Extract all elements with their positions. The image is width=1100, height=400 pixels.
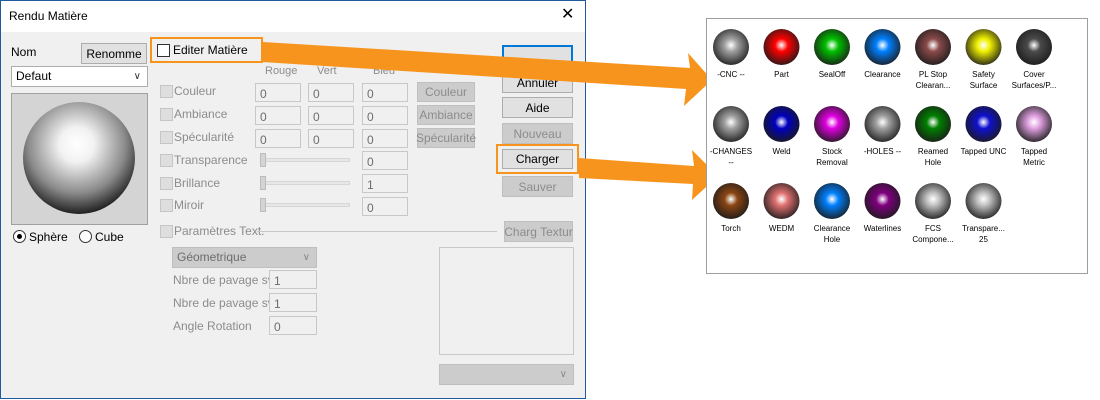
swatch-label: Torch <box>721 224 741 233</box>
swatch-label: FCS <box>925 224 941 233</box>
material-swatch[interactable] <box>915 29 951 65</box>
swatch-label: Cover <box>1023 70 1045 79</box>
swatch-label: SealOff <box>819 70 846 79</box>
swatch-label: Removal <box>816 158 848 167</box>
arrow-to-palette-bottom <box>579 150 718 200</box>
material-swatch[interactable] <box>713 183 749 219</box>
material-swatch[interactable] <box>763 106 800 142</box>
material-swatch[interactable] <box>864 183 901 219</box>
swatch-label: Compone... <box>912 235 953 244</box>
material-swatch[interactable] <box>713 29 749 65</box>
swatch-label: Reamed <box>918 147 948 156</box>
arrow-to-palette-top <box>262 42 712 106</box>
material-swatch[interactable] <box>864 106 901 142</box>
material-swatch[interactable] <box>915 106 951 142</box>
swatch-label: Hole <box>925 158 942 167</box>
material-swatch[interactable] <box>965 183 1002 219</box>
swatch-label: 25 <box>979 235 988 244</box>
material-swatch[interactable] <box>814 106 850 142</box>
swatch-label: Waterlines <box>864 224 902 233</box>
material-swatch[interactable] <box>915 183 951 219</box>
swatch-label: Hole <box>824 235 841 244</box>
swatch-label: Clearan... <box>916 81 951 90</box>
swatch-label: Stock <box>822 147 843 156</box>
palette-swatches: -CNC -- Part SealOff Clearance PL Stop Cleara… <box>710 29 1057 244</box>
swatch-label: -HOLES -- <box>864 147 902 156</box>
swatch-label: -- <box>728 158 734 167</box>
swatch-label: WEDM <box>769 224 795 233</box>
swatch-label: -CHANGES <box>710 147 752 156</box>
swatch-label: Clearance <box>864 70 901 79</box>
material-swatch[interactable] <box>1016 106 1052 142</box>
material-palette: -CNC -- Part SealOff Clearance PL Stop Cleara… <box>706 18 1088 274</box>
material-swatch[interactable] <box>965 106 1002 142</box>
material-swatch[interactable] <box>864 29 901 65</box>
swatch-label: Surface <box>970 81 998 90</box>
swatch-label: Part <box>774 70 789 79</box>
material-swatch[interactable] <box>763 183 800 219</box>
material-swatch[interactable] <box>713 106 749 142</box>
material-swatch[interactable] <box>814 29 850 65</box>
swatch-label: Clearance <box>814 224 851 233</box>
swatch-label: Tapped UNC <box>961 147 1007 156</box>
swatch-label: Surfaces/P... <box>1012 81 1057 90</box>
swatch-label: -CNC -- <box>717 70 745 79</box>
swatch-label: Tapped <box>1021 147 1047 156</box>
material-swatch[interactable] <box>814 183 850 219</box>
swatch-label: Safety <box>972 70 995 79</box>
material-swatch[interactable] <box>965 29 1002 65</box>
swatch-label: Transpare... <box>962 224 1005 233</box>
swatch-label: PL Stop <box>919 70 948 79</box>
swatch-label: Weld <box>772 147 790 156</box>
swatch-label: Metric <box>1023 158 1045 167</box>
material-swatch[interactable] <box>1016 29 1052 65</box>
material-swatch[interactable] <box>763 29 800 65</box>
